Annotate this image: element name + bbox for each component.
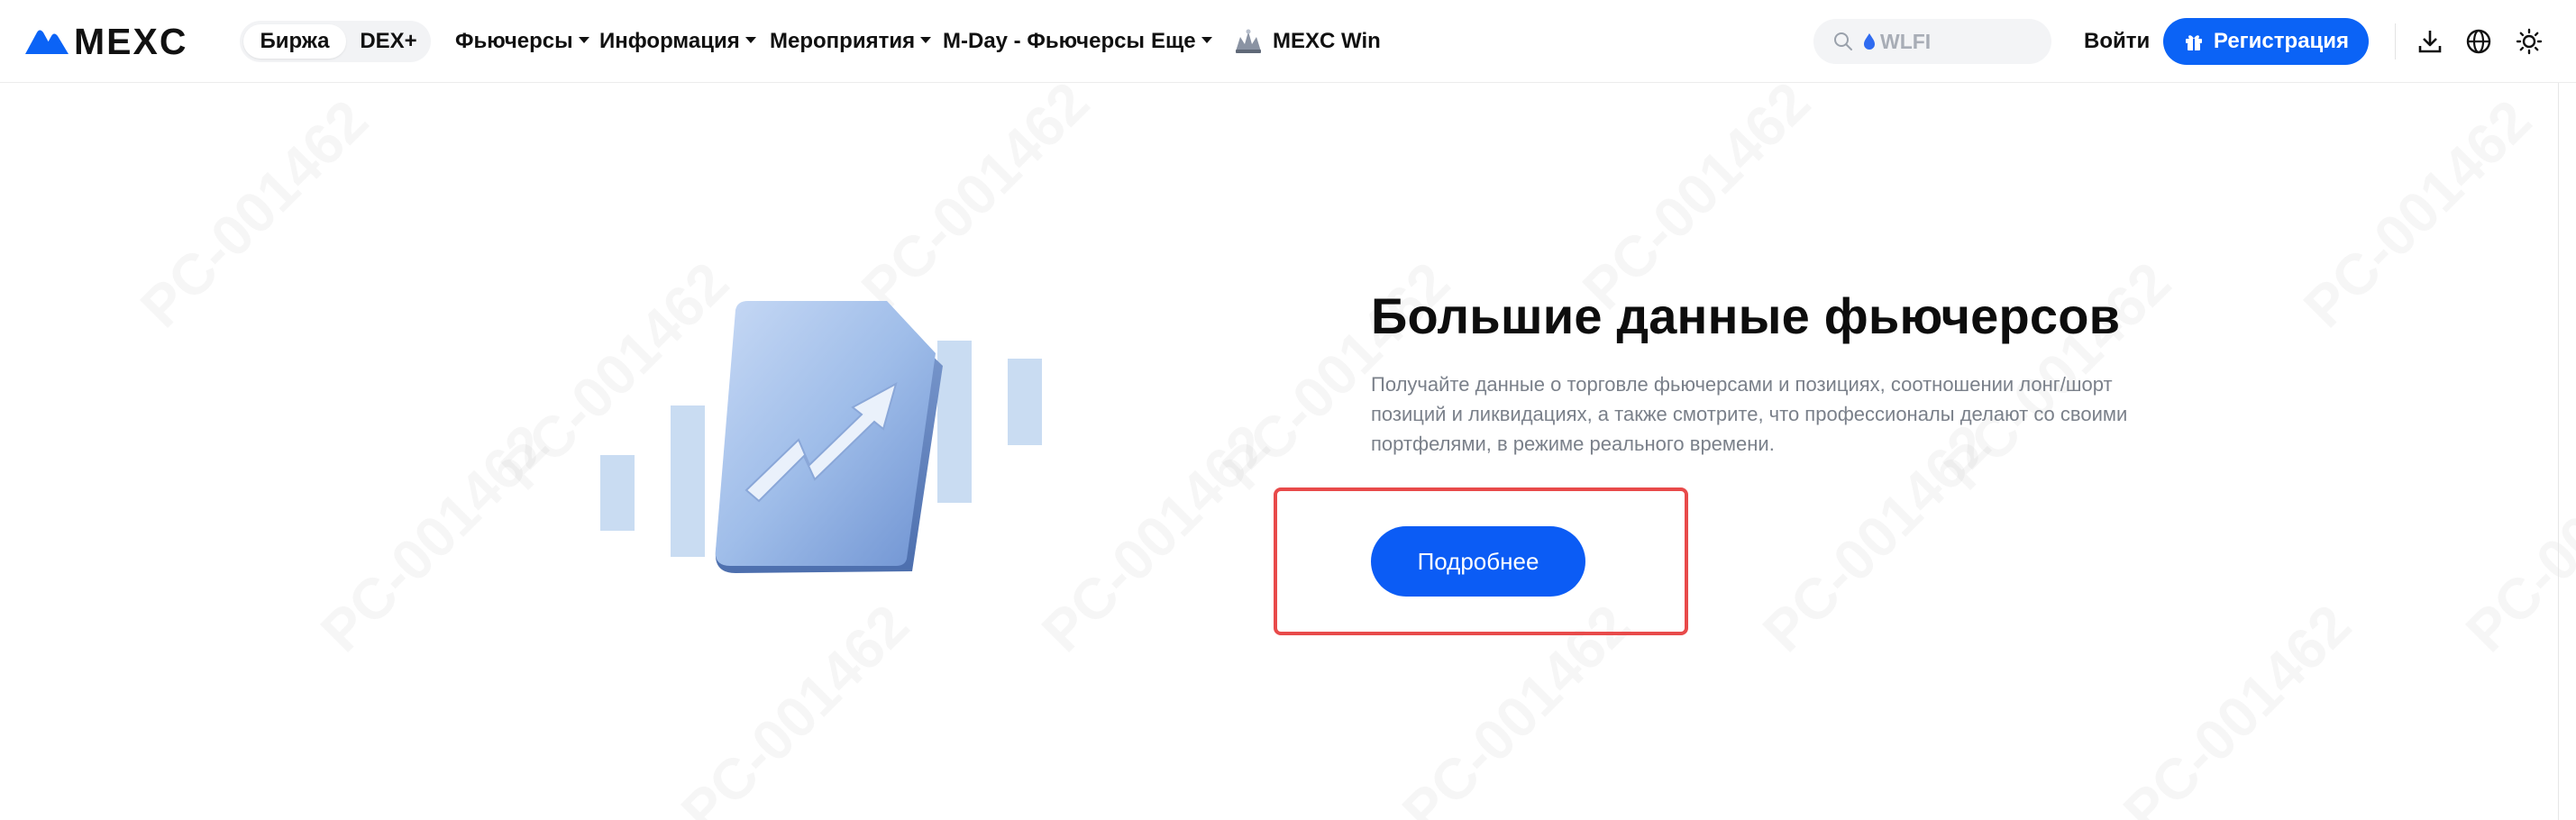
- learn-more-button[interactable]: Подробнее: [1371, 526, 1585, 597]
- mexc-logo-icon: [25, 30, 69, 54]
- search-placeholder: WLFI: [1880, 30, 1932, 53]
- chevron-down-icon: [744, 37, 756, 44]
- segment-dex-plus[interactable]: DEX+: [350, 24, 427, 59]
- hero-title: Большие данные фьючерсов: [1371, 287, 2121, 344]
- theme-sun-icon: [2516, 28, 2543, 55]
- watermark-text: PC-001462: [848, 68, 1101, 322]
- chart-bar-decoration: [671, 405, 705, 557]
- page-right-edge: [2558, 83, 2559, 820]
- register-button[interactable]: Регистрация: [2163, 18, 2369, 65]
- register-label: Регистрация: [2213, 29, 2350, 53]
- login-link[interactable]: Войти: [2084, 27, 2150, 56]
- hot-drop-icon: [1864, 33, 1875, 50]
- search-icon: [1834, 32, 1852, 50]
- exchange-dex-switch: Биржа DEX+: [240, 21, 431, 62]
- header-divider: [2395, 23, 2396, 59]
- nav-mday-futures[interactable]: M-Day - Фьючерсы: [943, 27, 1145, 56]
- watermark-text: PC-001462: [127, 87, 380, 340]
- search-input[interactable]: WLFI: [1813, 19, 2051, 64]
- chart-bar-decoration: [1008, 359, 1042, 445]
- watermark-text: PC-001462: [1028, 411, 1282, 664]
- language-button[interactable]: [2462, 25, 2495, 58]
- chevron-down-icon: [920, 37, 932, 44]
- hero-description: Получайте данные о торговле фьючерсами и…: [1371, 373, 2128, 455]
- nav-more[interactable]: Еще: [1151, 27, 1212, 56]
- watermark-text: PC-001462: [2290, 87, 2544, 340]
- nav-mday-futures-label: M-Day - Фьючерсы: [943, 29, 1145, 53]
- globe-icon: [2466, 29, 2491, 54]
- chart-bar-decoration: [600, 455, 635, 531]
- nav-more-label: Еще: [1151, 29, 1196, 53]
- nav-futures[interactable]: Фьючерсы: [455, 27, 589, 56]
- watermark-text: PC-001462: [2110, 591, 2363, 820]
- nav-events-label: Мероприятия: [770, 29, 916, 53]
- card-face: [715, 301, 936, 566]
- download-button[interactable]: [2414, 25, 2446, 58]
- futures-data-illustration: [600, 301, 1042, 573]
- mexc-logo[interactable]: MEXC: [23, 21, 187, 62]
- page: PC-001462 PC-001462 PC-001462 PC-001462 PC-0…: [0, 0, 2576, 820]
- gift-icon: [2185, 35, 2202, 50]
- chart-bar-decoration: [937, 341, 972, 503]
- chevron-down-icon: [578, 37, 589, 44]
- segment-exchange[interactable]: Биржа: [243, 24, 346, 59]
- theme-toggle-button[interactable]: [2513, 25, 2545, 58]
- watermark-text: PC-001462: [307, 411, 561, 664]
- nav-events[interactable]: Мероприятия: [770, 27, 932, 56]
- nav-mexc-win[interactable]: MEXC Win: [1233, 27, 1381, 56]
- download-icon: [2418, 31, 2442, 53]
- mexc-win-icon: [1236, 29, 1261, 53]
- logo-text: MEXC: [74, 20, 188, 62]
- nav-information[interactable]: Информация: [599, 27, 756, 56]
- nav-futures-label: Фьючерсы: [455, 29, 573, 53]
- nav-mexc-win-label: MEXC Win: [1273, 29, 1381, 53]
- top-navigation-bar: MEXC Биржа DEX+ Фьючерсы Информация Меро…: [0, 0, 2576, 83]
- nav-information-label: Информация: [599, 29, 740, 53]
- chevron-down-icon: [1201, 37, 1212, 44]
- watermark-text: PC-001462: [1569, 68, 1822, 322]
- watermark-text: PC-001462: [668, 591, 921, 820]
